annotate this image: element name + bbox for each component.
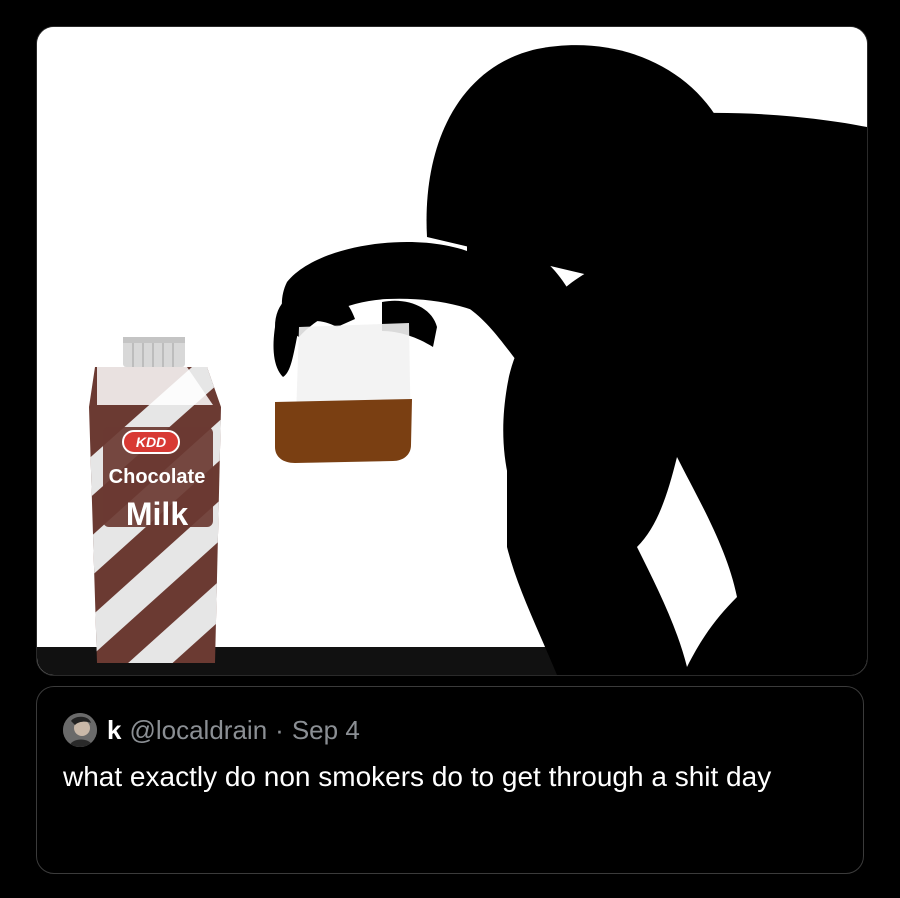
post-date[interactable]: Sep 4 [292, 713, 360, 747]
post-page: KDD Chocolate Milk k @localdrain · Sep 4 [0, 0, 900, 898]
user-avatar[interactable] [63, 713, 97, 747]
carton-line1-text: Chocolate [109, 466, 206, 488]
meta-separator: · [275, 715, 284, 745]
meme-illustration: KDD Chocolate Milk [37, 27, 867, 675]
quoted-post-header: k @localdrain · Sep 4 [63, 713, 360, 747]
display-name[interactable]: k [107, 713, 121, 747]
carton-line2-text: Milk [126, 496, 188, 532]
user-handle[interactable]: @localdrain [129, 713, 267, 747]
post-image[interactable]: KDD Chocolate Milk [36, 26, 868, 676]
carton-brand-text: KDD [136, 434, 166, 450]
quoted-post-meta: k @localdrain · Sep 4 [107, 713, 360, 747]
quoted-post-card[interactable]: k @localdrain · Sep 4 what exactly do no… [36, 686, 864, 874]
quoted-post-text: what exactly do non smokers do to get th… [63, 761, 772, 792]
